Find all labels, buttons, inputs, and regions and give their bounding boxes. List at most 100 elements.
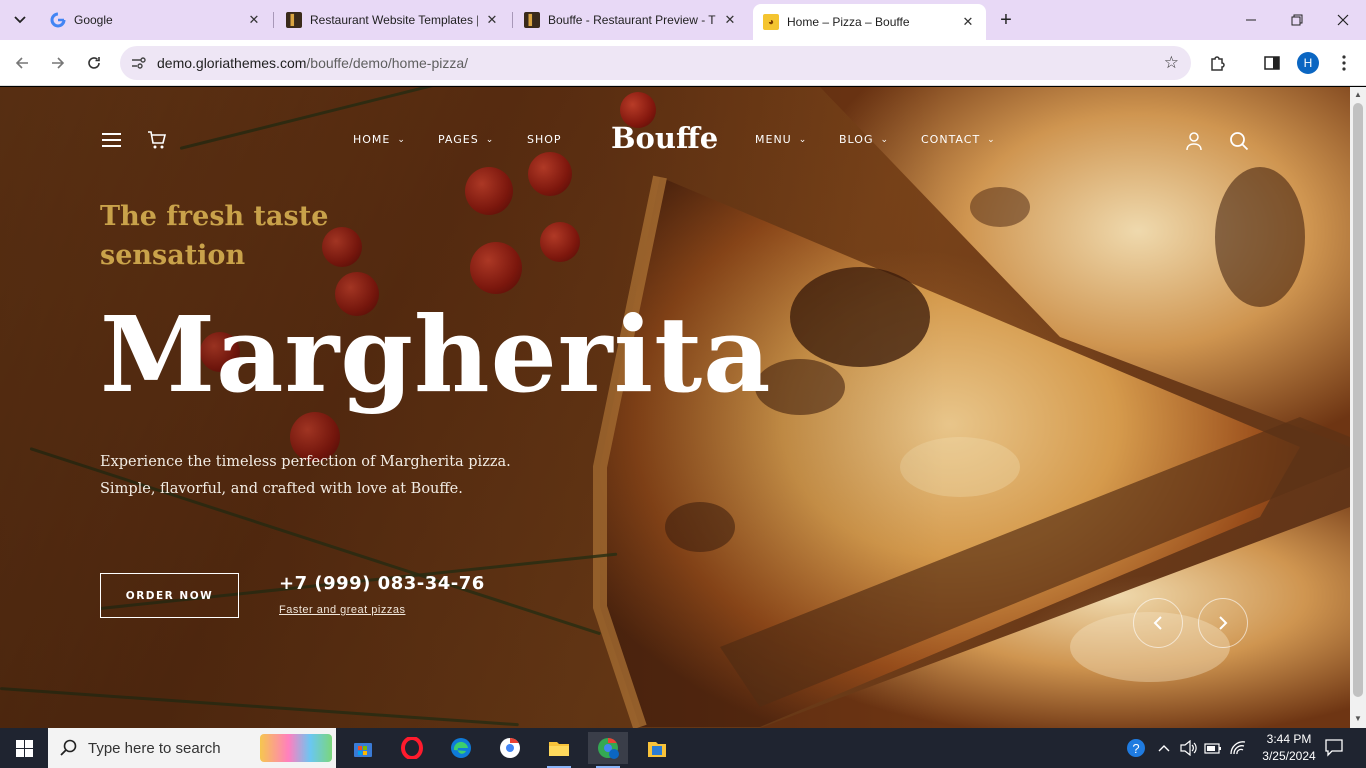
file-app[interactable]	[637, 732, 677, 764]
search-icon	[60, 739, 77, 756]
chrome-app[interactable]	[490, 732, 530, 764]
help-tray-icon[interactable]: ?	[1126, 728, 1146, 768]
description-line: Experience the timeless perfection of Ma…	[100, 454, 511, 470]
slider-next-button[interactable]	[1198, 598, 1248, 648]
phone-number[interactable]: +7 (999) 083-34-76	[279, 573, 485, 594]
url-path: /bouffe/demo/home-pizza/	[306, 55, 469, 71]
order-now-button[interactable]: ORDER NOW	[100, 573, 239, 618]
tab-title: Home – Pizza – Bouffe	[787, 15, 910, 29]
chevron-down-icon: ⌄	[880, 134, 890, 145]
search-icon[interactable]	[1229, 131, 1249, 151]
tab-restaurant-templates[interactable]: ▌ Restaurant Website Templates | ✕	[276, 4, 510, 36]
profile-avatar[interactable]: H	[1297, 52, 1319, 74]
tab-search-button[interactable]	[6, 7, 34, 33]
hero-section: HOME ⌄ PAGES ⌄ SHOP Bouffe MENU ⌄ BLOG ⌄ CON…	[0, 87, 1350, 728]
search-placeholder: Type here to search	[88, 739, 221, 757]
speaker-icon	[1180, 740, 1197, 756]
restore-button[interactable]	[1274, 6, 1320, 34]
nav-home[interactable]: HOME ⌄	[353, 133, 406, 146]
microsoft-store-app[interactable]	[343, 732, 383, 764]
bouffe-favicon-icon: ▌	[286, 12, 302, 28]
minimize-button[interactable]	[1228, 6, 1274, 34]
extensions-button[interactable]	[1207, 52, 1229, 74]
nav-contact[interactable]: CONTACT ⌄	[921, 133, 996, 146]
chevron-down-icon	[14, 16, 26, 24]
notification-icon	[1325, 739, 1343, 757]
file-explorer-app[interactable]	[539, 732, 579, 768]
close-icon[interactable]: ✕	[484, 12, 500, 28]
chevron-down-icon: ⌄	[485, 134, 495, 145]
scroll-up-icon[interactable]: ▲	[1353, 90, 1363, 102]
close-icon[interactable]: ✕	[960, 14, 976, 30]
show-hidden-icons-button[interactable]	[1158, 728, 1170, 768]
network-tray-icon[interactable]	[1229, 728, 1247, 768]
battery-icon	[1204, 743, 1221, 754]
scrollbar-thumb[interactable]	[1353, 103, 1363, 697]
reload-icon	[88, 57, 100, 69]
site-info-icon[interactable]	[124, 48, 154, 78]
wifi-icon	[1230, 741, 1246, 755]
taskbar-clock[interactable]: 3:44 PM 3/25/2024	[1254, 731, 1324, 765]
notification-center-button[interactable]	[1324, 737, 1344, 757]
browser-toolbar: demo.gloriathemes.com/bouffe/demo/home-p…	[0, 40, 1366, 86]
tab-home-pizza[interactable]: ◕ Home – Pizza – Bouffe ✕	[753, 4, 986, 40]
nav-pages[interactable]: PAGES ⌄	[438, 133, 494, 146]
url-host: demo.gloriathemes.com	[157, 55, 307, 71]
volume-tray-icon[interactable]	[1180, 728, 1198, 768]
address-bar[interactable]: demo.gloriathemes.com/bouffe/demo/home-p…	[120, 46, 1191, 80]
chevron-right-icon	[1219, 616, 1228, 630]
page-scrollbar[interactable]: ▲ ▼	[1350, 87, 1366, 728]
user-icon[interactable]	[1185, 131, 1203, 151]
opera-icon	[401, 737, 423, 759]
side-panel-button[interactable]	[1261, 52, 1283, 74]
close-icon	[1337, 14, 1349, 26]
chevron-down-icon: ⌄	[987, 134, 996, 145]
forward-button[interactable]	[45, 50, 71, 76]
tab-title: Google	[74, 13, 113, 27]
chevron-down-icon: ⌄	[798, 134, 808, 145]
edge-app[interactable]	[441, 732, 481, 764]
chrome-profile-app[interactable]	[588, 732, 628, 768]
scroll-down-icon[interactable]: ▼	[1353, 714, 1363, 726]
tab-title: Bouffe - Restaurant Preview - Th	[548, 13, 716, 27]
kebab-menu-icon	[1342, 55, 1346, 71]
search-highlight-image	[260, 734, 332, 762]
tab-google[interactable]: Google ✕	[40, 4, 272, 36]
opera-app[interactable]	[392, 732, 432, 764]
pizza-favicon-icon: ◕	[763, 14, 779, 30]
site-logo[interactable]: Bouffe	[611, 121, 718, 155]
browser-menu-button[interactable]	[1333, 52, 1355, 74]
url-text[interactable]: demo.gloriathemes.com/bouffe/demo/home-p…	[157, 55, 468, 71]
tab-bouffe-preview[interactable]: ▌ Bouffe - Restaurant Preview - Th ✕	[514, 4, 748, 36]
nav-menu[interactable]: MENU ⌄	[755, 133, 807, 146]
close-window-button[interactable]	[1320, 6, 1366, 34]
description-line: Simple, flavorful, and crafted with love…	[100, 481, 463, 497]
chevron-left-icon	[1153, 616, 1162, 630]
hero-headline: Margherita	[100, 293, 772, 416]
slider-prev-button[interactable]	[1133, 598, 1183, 648]
phone-note-link[interactable]: Faster and great pizzas	[279, 604, 405, 616]
start-button[interactable]	[0, 728, 48, 768]
nav-shop[interactable]: SHOP	[527, 133, 562, 146]
bookmark-star-icon[interactable]: ☆	[1164, 53, 1179, 73]
minimize-icon	[1246, 19, 1256, 21]
back-button[interactable]	[9, 50, 35, 76]
battery-tray-icon[interactable]	[1204, 728, 1222, 768]
cart-icon[interactable]	[147, 131, 167, 150]
taskbar-search-box[interactable]: Type here to search	[48, 728, 336, 768]
chevron-down-icon: ⌄	[397, 134, 406, 145]
close-icon[interactable]: ✕	[246, 12, 262, 28]
new-tab-button[interactable]: +	[994, 8, 1018, 32]
hero-tagline: The fresh taste sensation	[100, 201, 329, 271]
nav-blog[interactable]: BLOG ⌄	[839, 133, 889, 146]
chevron-up-icon	[1158, 745, 1170, 752]
tab-title: Restaurant Website Templates |	[310, 13, 478, 27]
close-icon[interactable]: ✕	[722, 12, 738, 28]
side-panel-icon	[1264, 56, 1280, 70]
clock-date: 3/25/2024	[1262, 749, 1316, 763]
reload-button[interactable]	[81, 50, 107, 76]
hamburger-menu-icon[interactable]	[102, 133, 121, 148]
chrome-icon	[598, 737, 619, 759]
help-icon: ?	[1127, 739, 1145, 757]
google-icon	[50, 12, 66, 28]
